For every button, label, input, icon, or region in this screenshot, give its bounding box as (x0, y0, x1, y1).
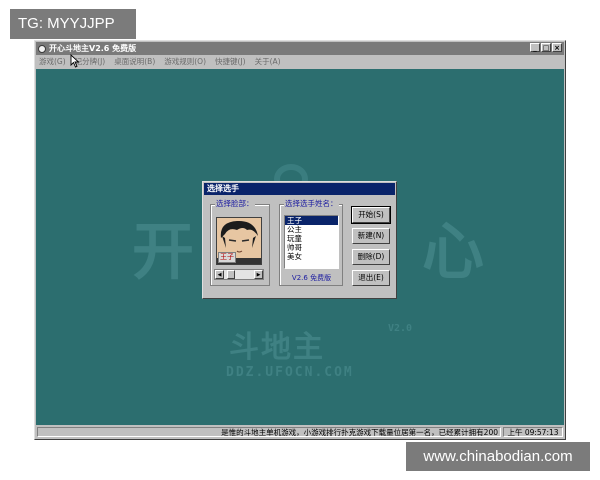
status-message: 是惟的斗地主单机游戏，小游戏排行扑克游戏下载量位居第一名，已经累计拥有200 (221, 428, 498, 437)
scroll-left-icon[interactable]: ◀ (215, 270, 224, 279)
status-message-panel: 是惟的斗地主单机游戏，小游戏排行扑克游戏下载量位居第一名，已经累计拥有200 (37, 427, 501, 437)
exit-button[interactable]: 退出(E) (352, 270, 390, 286)
menu-bar: 游戏(G) 记分牌(J) 桌面说明(B) 游戏规则(O) 快捷键(J) 关于(A… (36, 55, 564, 68)
player-name-item[interactable]: 美女 (285, 252, 338, 261)
player-avatar: 王子 (216, 217, 262, 265)
watermark-version: V2.0 (388, 323, 413, 334)
start-button[interactable]: 开始(S) (351, 206, 391, 224)
watermark-char-right: 心 (422, 215, 485, 288)
scroll-thumb[interactable] (227, 270, 235, 279)
face-group: 选择脸部： 王子 ◀ ▶ (210, 199, 270, 286)
avatar-name-badge: 王子 (218, 252, 236, 263)
maximize-button[interactable]: □ (541, 43, 551, 52)
close-button[interactable]: × (552, 43, 562, 52)
mouse-cursor-icon (70, 54, 80, 68)
menu-game-rules[interactable]: 游戏规则(O) (164, 56, 206, 67)
app-icon (38, 44, 46, 53)
menu-shortcuts[interactable]: 快捷键(J) (215, 56, 246, 67)
player-name-item[interactable]: 玩童 (285, 234, 338, 243)
menu-about[interactable]: 关于(A) (255, 56, 281, 67)
new-button[interactable]: 新建(N) (352, 228, 390, 244)
player-name-item[interactable]: 王子 (285, 216, 338, 225)
delete-button[interactable]: 删除(D) (352, 249, 390, 265)
player-name-item[interactable]: 帅哥 (285, 243, 338, 252)
version-label: V2.6 免费版 (291, 274, 332, 282)
player-name-group-label: 选择选手姓名： (284, 199, 339, 209)
menu-game[interactable]: 游戏(G) (39, 56, 66, 67)
minimize-button[interactable]: _ (530, 43, 540, 52)
scroll-right-icon[interactable]: ▶ (254, 270, 263, 279)
select-player-dialog: 选择选手 选择脸部： 王子 ◀ ▶ 选择选手姓名： 王子 公主 玩童 帅哥 美女 V2.… (202, 181, 397, 299)
window-controls: _ □ × (530, 43, 562, 52)
menu-table-help[interactable]: 桌面说明(B) (114, 56, 155, 67)
watermark-subtitle: 斗地主 (229, 330, 325, 365)
window-title-bar[interactable]: 开心斗地主V2.6 免费版 _ □ × (36, 42, 564, 55)
status-clock: 上午 09:57:13 (503, 427, 563, 437)
status-bar: 是惟的斗地主单机游戏，小游戏排行扑克游戏下载量位居第一名，已经累计拥有200 上… (36, 426, 564, 438)
player-name-group: 选择选手姓名： 王子 公主 玩童 帅哥 美女 V2.6 免费版 (279, 199, 343, 286)
site-watermark-label: www.chinabodian.com (406, 442, 590, 471)
avatar-scrollbar[interactable]: ◀ ▶ (214, 269, 264, 280)
player-name-list[interactable]: 王子 公主 玩童 帅哥 美女 (284, 215, 339, 269)
dialog-title[interactable]: 选择选手 (204, 183, 395, 195)
tg-tag-label: TG: MYYJJPP (10, 9, 136, 39)
player-name-item[interactable]: 公主 (285, 225, 338, 234)
window-title: 开心斗地主V2.6 免费版 (49, 44, 137, 53)
watermark-char-left: 开 (132, 215, 195, 288)
face-group-label: 选择脸部： (215, 199, 255, 209)
watermark-url: DDZ.UFOCN.COM (226, 365, 354, 380)
